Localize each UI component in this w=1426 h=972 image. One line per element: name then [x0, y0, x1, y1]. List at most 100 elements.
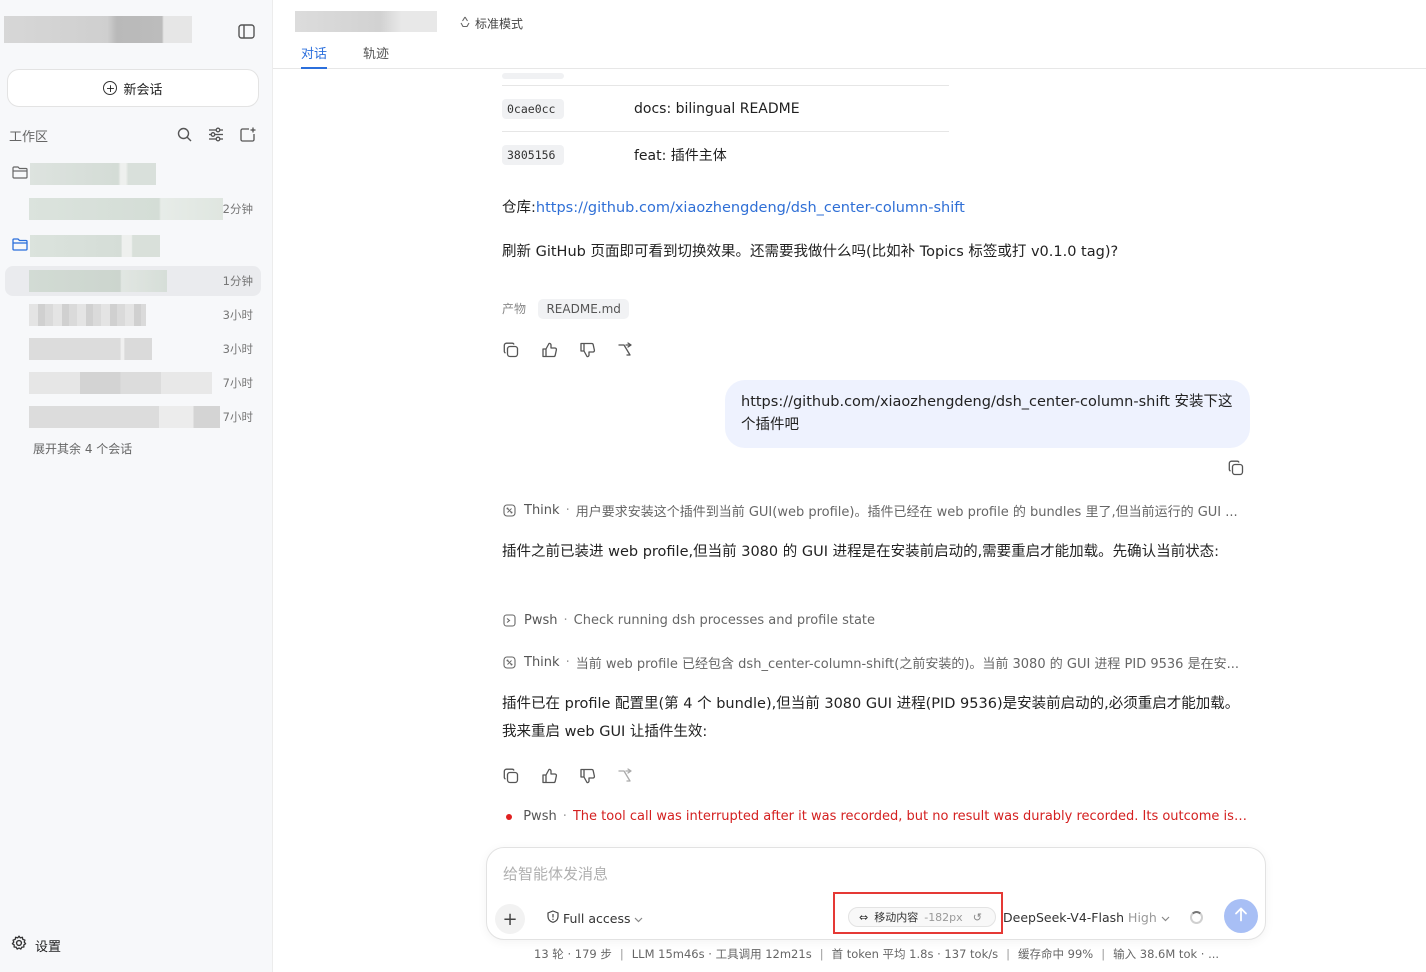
commit-message: docs: bilingual README — [634, 100, 800, 117]
thumbs-up-icon[interactable] — [540, 341, 558, 359]
session-title-redacted — [29, 304, 146, 326]
commit-sha-partial — [502, 72, 564, 79]
search-icon[interactable] — [175, 125, 193, 143]
message-composer: 给智能体发消息 + Full access ⇔ 移动内容 -182px ↺ De… — [486, 847, 1266, 940]
center-column-shift-control[interactable]: ⇔ 移动内容 -182px ↺ — [848, 907, 996, 927]
session-time: 3小时 — [222, 342, 253, 356]
brain-icon — [502, 656, 516, 670]
commit-sha: 3805156 — [502, 145, 564, 165]
repo-link[interactable]: https://github.com/xiaozhengdeng/dsh_cen… — [536, 200, 965, 216]
folder-open-icon — [12, 237, 28, 255]
horizontal-arrows-icon: ⇔ — [859, 910, 869, 924]
session-item[interactable]: 7小时 — [5, 368, 261, 398]
new-chat-button[interactable]: + 新会话 — [7, 69, 259, 107]
chevron-down-icon — [634, 911, 643, 926]
repo-line: 仓库:https://github.com/xiaozhengdeng/dsh_… — [502, 194, 965, 222]
session-title-redacted — [29, 338, 152, 360]
think-step[interactable]: Think · 当前 web profile 已经包含 dsh_center-c… — [502, 653, 1250, 672]
send-button[interactable] — [1224, 899, 1258, 933]
status-cache: 缓存命中 99% — [1018, 947, 1094, 961]
message-actions — [502, 767, 634, 785]
commit-message: feat: 插件主体 — [634, 148, 727, 164]
tab-conversation[interactable]: 对话 — [301, 43, 328, 69]
model-name: DeepSeek-V4-Flash — [1003, 910, 1125, 925]
model-selector[interactable]: DeepSeek-V4-Flash High — [1003, 910, 1170, 925]
app-logo-redacted — [4, 16, 192, 43]
settings-button[interactable]: 设置 — [11, 935, 61, 955]
workspace-header: 工作区 — [9, 125, 261, 145]
conversation-area: 0cae0cc docs: bilingual README 3805156 f… — [273, 70, 1426, 850]
new-chat-label: 新会话 — [123, 82, 163, 98]
plus-circle-icon: + — [103, 81, 118, 95]
folder-name-redacted — [30, 163, 156, 185]
branch-icon[interactable] — [616, 341, 634, 359]
new-folder-icon[interactable] — [239, 125, 257, 143]
mode-selector[interactable]: 标准模式 — [459, 15, 523, 32]
step-detail: The tool call was interrupted after it w… — [572, 809, 1250, 824]
shift-value: -182px — [924, 910, 963, 924]
access-selector[interactable]: Full access — [547, 910, 643, 926]
folder-name-redacted — [30, 235, 160, 257]
session-item[interactable]: 3小时 — [5, 300, 261, 330]
shift-label: 移动内容 — [874, 911, 919, 924]
copy-icon[interactable] — [1227, 459, 1245, 477]
step-detail: 当前 web profile 已经包含 dsh_center-column-sh… — [575, 657, 1239, 672]
message-input[interactable]: 给智能体发消息 — [503, 863, 608, 884]
session-item[interactable]: 3小时 — [5, 334, 261, 364]
thumbs-down-icon[interactable] — [578, 767, 596, 785]
chevron-down-icon — [1161, 910, 1170, 925]
workspace-folder-active[interactable] — [12, 235, 160, 257]
step-kind: Pwsh — [523, 809, 557, 824]
sidebar-toggle-icon[interactable] — [236, 21, 256, 41]
status-token-speed: 首 token 平均 1.8s · 137 tok/s — [831, 947, 999, 961]
tab-trajectory[interactable]: 轨迹 — [363, 43, 389, 69]
table-row: 0cae0cc docs: bilingual README — [502, 86, 949, 132]
status-input: 输入 38.6M tok · ... — [1113, 947, 1220, 961]
artifact-label: 产物 — [502, 302, 527, 316]
step-kind: Think — [524, 503, 560, 518]
usage-status-bar: 13 轮 · 179 步 | LLM 15m46s · 工具调用 12m21s | 首 … — [534, 947, 1220, 961]
session-time: 2分钟 — [222, 202, 253, 216]
think-step[interactable]: Think · 用户要求安装这个插件到当前 GUI(web profile)。插… — [502, 501, 1250, 520]
session-time: 7小时 — [222, 376, 253, 390]
brain-icon — [502, 504, 516, 518]
pwsh-step-error[interactable]: Pwsh · The tool call was interrupted aft… — [502, 809, 1250, 824]
expand-more-sessions[interactable]: 展开其余 4 个会话 — [33, 440, 132, 457]
status-turns: 13 轮 · 179 步 — [534, 947, 612, 961]
branch-icon[interactable] — [616, 767, 634, 785]
model-level: High — [1128, 910, 1157, 925]
reset-icon[interactable]: ↺ — [973, 911, 982, 924]
error-dot-icon — [502, 810, 515, 824]
pwsh-step[interactable]: Pwsh · Check running dsh processes and p… — [502, 613, 1250, 628]
session-title-redacted — [29, 372, 212, 394]
artifacts-row: 产物 README.md — [502, 299, 629, 319]
session-item[interactable]: 7小时 — [5, 402, 261, 432]
table-row-partial — [502, 70, 949, 86]
assistant-text: 插件之前已装进 web profile,但当前 3080 的 GUI 进程是在安… — [502, 544, 1220, 560]
session-item-active[interactable]: 1分钟 — [5, 266, 261, 296]
thumbs-up-icon[interactable] — [540, 767, 558, 785]
workspace-folder[interactable] — [12, 163, 156, 185]
commit-sha: 0cae0cc — [502, 98, 564, 119]
recycle-icon — [459, 16, 471, 31]
step-kind: Pwsh — [524, 613, 558, 628]
step-kind: Think — [524, 655, 560, 670]
loading-spinner-icon — [1190, 911, 1203, 924]
session-time: 7小时 — [222, 410, 253, 424]
copy-icon[interactable] — [502, 767, 520, 785]
filter-sliders-icon[interactable] — [207, 125, 225, 143]
gear-icon — [11, 935, 27, 955]
session-time: 1分钟 — [222, 274, 253, 288]
copy-icon[interactable] — [502, 341, 520, 359]
conversation-title-redacted — [295, 11, 437, 32]
session-item[interactable]: 2分钟 — [5, 194, 261, 224]
thumbs-down-icon[interactable] — [578, 341, 596, 359]
assistant-text: 插件已在 profile 配置里(第 4 个 bundle),但当前 3080 … — [502, 696, 1240, 740]
artifact-file-chip[interactable]: README.md — [538, 299, 629, 319]
settings-label: 设置 — [35, 939, 62, 955]
assistant-text: 刷新 GitHub 页面即可看到切换效果。还需要我做什么吗(比如补 Topics… — [502, 244, 1119, 260]
folder-icon — [12, 165, 28, 183]
access-label: Full access — [563, 910, 631, 926]
attach-plus-button[interactable]: + — [495, 904, 525, 934]
session-time: 3小时 — [222, 308, 253, 322]
